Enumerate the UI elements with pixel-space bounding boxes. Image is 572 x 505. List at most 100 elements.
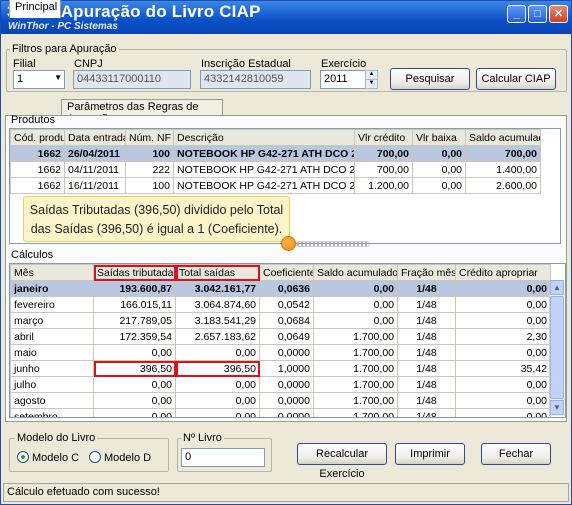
col-num-nf[interactable]: Núm. NF xyxy=(125,129,174,146)
col-saldo-acumulado[interactable]: Saldo acumulado xyxy=(313,264,398,281)
cell: 1.700,00 xyxy=(313,376,398,393)
fechar-button[interactable]: Fechar xyxy=(481,443,551,465)
cell: agosto xyxy=(10,392,94,409)
cell: 0,0000 xyxy=(259,408,314,417)
table-row[interactable]: janeiro 193.600,87 3.042.161,77 0,0636 0,00 1… xyxy=(10,280,551,297)
filial-select[interactable]: 1 ▼ xyxy=(13,70,65,89)
calculos-grid[interactable]: Mês Saídas tributadas Total saídas Coefi… xyxy=(9,263,566,418)
imprimir-button[interactable]: Imprimir xyxy=(395,443,465,465)
tab-principal[interactable]: Principal xyxy=(9,0,61,18)
cell: 0,00 xyxy=(93,408,176,417)
cell: março xyxy=(10,312,94,329)
cell: 166.015,11 xyxy=(93,296,176,313)
col-data-entrada[interactable]: Data entrada xyxy=(64,129,126,146)
minimize-button[interactable]: _ xyxy=(507,5,526,23)
cell: NOTEBOOK HP G42-271 ATH DCO 2GB xyxy=(173,145,355,162)
title-bar[interactable]: 3403 - Apuração do Livro CIAP WinThor - … xyxy=(1,1,571,34)
col-vlr-credito[interactable]: Vlr crédito xyxy=(354,129,413,146)
exercicio-value: 2011 xyxy=(324,73,348,85)
table-row[interactable]: 1662 16/11/2011 100 NOTEBOOK HP G42-271 … xyxy=(10,177,541,194)
cell: 1,0000 xyxy=(259,360,314,377)
chevron-down-icon: ▼ xyxy=(54,73,62,82)
col-cod-produto[interactable]: Cód. produt xyxy=(10,129,65,146)
modelo-d-label[interactable]: Modelo D xyxy=(104,452,151,464)
table-row[interactable]: julho 0,00 0,00 0,0000 1.700,00 1/48 0,00 xyxy=(10,376,551,393)
table-row[interactable]: setembro 0,00 0,00 0,0000 1.700,00 1/48 0,00 xyxy=(10,408,551,417)
cell: 0,0000 xyxy=(259,392,314,409)
cell: setembro xyxy=(10,408,94,417)
callout-line-2: das Saídas (396,50) é igual a 1 (Coefici… xyxy=(30,222,283,236)
table-row[interactable]: 1662 26/04/2011 100 NOTEBOOK HP G42-271 … xyxy=(10,145,541,162)
cell: fevereiro xyxy=(10,296,94,313)
cell: 1.700,00 xyxy=(313,360,398,377)
table-row[interactable]: abril 172.359,54 2.657.183,62 0,0649 1.700,0… xyxy=(10,328,551,345)
col-saidas-tributadas[interactable]: Saídas tributadas xyxy=(93,264,176,281)
cell: 0,00 xyxy=(175,344,260,361)
col-credito-apropriar[interactable]: Crédito apropriar xyxy=(455,264,551,281)
close-button[interactable]: ✕ xyxy=(549,5,568,23)
ie-field[interactable]: 4332142810059 xyxy=(200,70,311,89)
ie-label: Inscrição Estadual xyxy=(201,58,291,70)
cell: 217.789,05 xyxy=(93,312,176,329)
cell: 0,00 xyxy=(455,312,551,329)
cell: 100 xyxy=(125,145,174,162)
tab-parametros[interactable]: Parâmetros das Regras de Apuração xyxy=(61,99,223,125)
cell: 1662 xyxy=(10,177,65,194)
cell: 1.700,00 xyxy=(313,328,398,345)
cell: 100 xyxy=(125,177,174,194)
pointer-dot-icon xyxy=(281,236,296,251)
modelo-d-radio[interactable] xyxy=(89,451,101,463)
col-coeficiente[interactable]: Coeficiente xyxy=(259,264,314,281)
col-fracao-mes[interactable]: Fração mês xyxy=(397,264,456,281)
scroll-down-icon[interactable]: ▼ xyxy=(550,400,564,415)
col-saldo-acumulado[interactable]: Saldo acumulado xyxy=(465,129,541,146)
modelo-c-label[interactable]: Modelo C xyxy=(32,452,79,464)
cell: 2.657.183,62 xyxy=(175,328,260,345)
cell: abril xyxy=(10,328,94,345)
tooltip-callout: Saídas Tributadas (396,50) dividido pelo… xyxy=(23,196,290,242)
main-window: 3403 - Apuração do Livro CIAP WinThor - … xyxy=(0,0,572,505)
recalcular-button[interactable]: Recalcular Exercício xyxy=(297,443,387,480)
cnpj-field[interactable]: 04433117000110 xyxy=(73,70,191,89)
pesquisar-button[interactable]: Pesquisar xyxy=(390,68,470,90)
cell: 1/48 xyxy=(397,312,456,329)
col-descricao[interactable]: Descrição xyxy=(173,129,355,146)
cell: 1.700,00 xyxy=(313,392,398,409)
cell: 1/48 xyxy=(397,344,456,361)
scroll-thumb[interactable] xyxy=(550,296,564,399)
nlivro-group-label: Nº Livro xyxy=(181,432,224,444)
cell: 1/48 xyxy=(397,392,456,409)
table-row[interactable]: agosto 0,00 0,00 0,0000 1.700,00 1/48 0,00 xyxy=(10,392,551,409)
modelo-group-label: Modelo do Livro xyxy=(15,432,98,444)
table-row[interactable]: fevereiro 166.015,11 3.064.874,60 0,0542 0,0… xyxy=(10,296,551,313)
cnpj-label: CNPJ xyxy=(74,58,103,70)
cell: 26/04/2011 xyxy=(64,145,126,162)
col-mes[interactable]: Mês xyxy=(10,264,94,281)
status-bar: Cálculo efetuado com sucesso! xyxy=(3,483,569,502)
cell: 3.064.874,60 xyxy=(175,296,260,313)
scroll-up-icon[interactable]: ▲ xyxy=(550,280,564,295)
table-row[interactable]: março 217.789,05 3.183.541,29 0,0684 0,00 1/4… xyxy=(10,312,551,329)
cell: 1.400,00 xyxy=(465,161,541,178)
maximize-button[interactable]: □ xyxy=(528,5,547,23)
cell: 0,00 xyxy=(455,296,551,313)
calculos-scrollbar[interactable]: ▲ ▼ xyxy=(549,280,564,416)
cell: 3.183.541,29 xyxy=(175,312,260,329)
cell: NOTEBOOK HP G42-271 ATH DCO 2GB 320I xyxy=(173,177,355,194)
cell: 0,0649 xyxy=(259,328,314,345)
cell: 700,00 xyxy=(354,161,413,178)
col-total-saidas[interactable]: Total saídas xyxy=(175,264,260,281)
cell: 0,00 xyxy=(175,376,260,393)
nlivro-field[interactable]: 0 xyxy=(181,448,265,467)
modelo-c-radio[interactable] xyxy=(17,451,29,463)
col-vlr-baixa[interactable]: Vlr baixa xyxy=(412,129,466,146)
table-row[interactable]: 1662 04/11/2011 222 NOTEBOOK HP G42-271 … xyxy=(10,161,541,178)
cell: 35,42 xyxy=(455,360,551,377)
table-row[interactable]: junho 396,50 396,50 1,0000 1.700,00 1/48 35,42 xyxy=(10,360,551,377)
calcular-ciap-button[interactable]: Calcular CIAP xyxy=(476,68,556,90)
cell: 0,00 xyxy=(455,376,551,393)
spin-down-icon[interactable]: ▼ xyxy=(365,79,378,89)
cell: junho xyxy=(10,360,94,377)
table-row[interactable]: maio 0,00 0,00 0,0000 1.700,00 1/48 0,00 xyxy=(10,344,551,361)
cell: 0,00 xyxy=(455,344,551,361)
